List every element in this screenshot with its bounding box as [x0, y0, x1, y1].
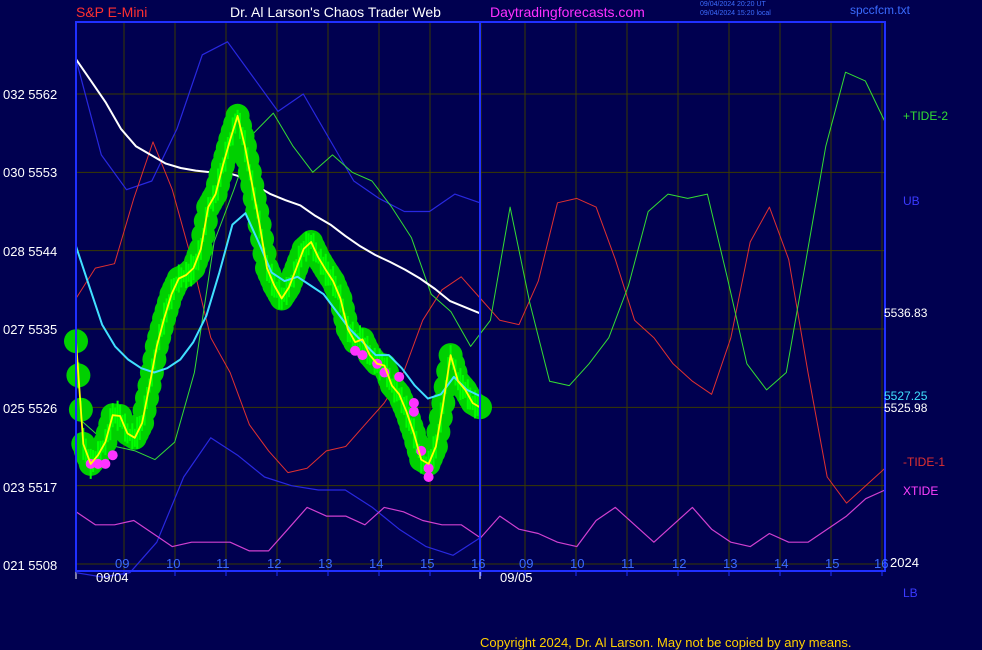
y-tick-label: 028 5544: [3, 244, 58, 259]
electric-dot: [408, 398, 419, 408]
timestamp-utc: 09/04/2024 20:20 UT: [700, 1, 766, 8]
series-ub-line: [75, 41, 481, 213]
x-hour-label: 11: [216, 556, 230, 571]
copyright-notice: Copyright 2024, Dr. Al Larson. May not b…: [480, 635, 852, 650]
tide-minus1-label: -TIDE-1: [903, 455, 945, 469]
date-label: 09/05: [500, 570, 533, 585]
symbol-title: S&P E-Mini: [76, 4, 148, 20]
x-hour-label: 14: [369, 556, 384, 571]
data-file-name: spccfcm.txt: [850, 3, 911, 17]
x-hour-label: 11: [621, 556, 635, 571]
x-hour-label: 09: [519, 556, 534, 571]
site-url[interactable]: Daytradingforecasts.com: [490, 4, 645, 20]
y-tick-label: 025 5526: [3, 401, 58, 416]
last-close-label: 5536.83: [884, 306, 928, 320]
lower-band-label: LB: [903, 586, 918, 600]
y-tick-label: 021 5508: [3, 558, 58, 573]
electric-dot: [394, 371, 405, 382]
year-label: 2024: [890, 555, 919, 570]
upper-band-label: UB: [903, 194, 920, 208]
price-value-label: 5525.98: [884, 401, 928, 415]
site-title: Dr. Al Larson's Chaos Trader Web: [230, 4, 441, 20]
date-label: 09/04: [96, 570, 129, 585]
electric-dot: [357, 350, 368, 361]
y-tick-label: 030 5553: [3, 165, 58, 180]
timestamp-local: 09/04/2024 15:20 local: [700, 10, 771, 17]
y-tick-label: 032 5562: [3, 87, 58, 102]
x-hour-label: 10: [166, 556, 181, 571]
x-hour-label: 16: [471, 556, 486, 571]
x-hour-label: 14: [774, 556, 789, 571]
y-tick-label: 023 5517: [3, 480, 58, 495]
x-hour-label: 12: [672, 556, 687, 571]
x-hour-label: 16: [874, 556, 889, 571]
x-hour-label: 13: [318, 556, 333, 571]
electric-dot: [423, 472, 434, 482]
x-hour-label: 15: [825, 556, 840, 571]
x-hour-label: 10: [570, 556, 585, 571]
y-tick-label: 027 5535: [3, 322, 58, 337]
x-hour-label: 12: [267, 556, 282, 571]
chart-canvas: [64, 21, 886, 579]
x-hour-label: 15: [420, 556, 435, 571]
xtide-label: XTIDE: [903, 484, 939, 498]
electric-dot: [100, 458, 111, 469]
tide-plus2-label: +TIDE-2: [903, 109, 949, 123]
x-hour-label: 09: [115, 556, 130, 571]
electric-dot: [408, 406, 419, 417]
electric-dot: [107, 450, 118, 461]
x-hour-label: 13: [723, 556, 738, 571]
